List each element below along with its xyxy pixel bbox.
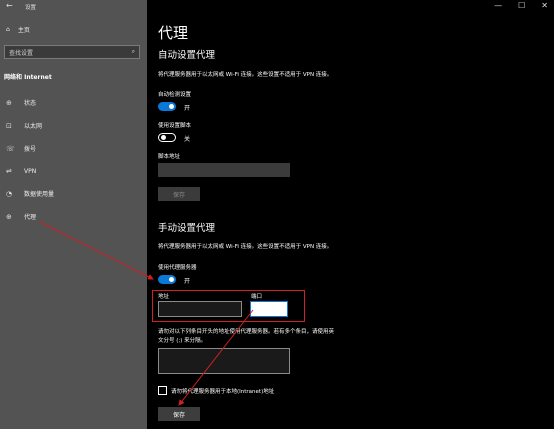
minimize-button[interactable]: — [494, 1, 502, 10]
setup-script-label: 使用设置脚本 [158, 123, 192, 129]
sidebar-item-dialup[interactable]: ☏ 拨号 [6, 144, 37, 154]
toggle-knob [169, 277, 174, 282]
home-label: 主页 [17, 27, 30, 34]
main-panel: — ☐ ✕ 代理 自动设置代理 将代理服务器用于以太网或 Wi-Fi 连接。这些… [147, 0, 554, 429]
sidebar-item-proxy[interactable]: ⊕ 代理 [6, 212, 37, 222]
close-button[interactable]: ✕ [541, 1, 548, 10]
sidebar-item-data-usage[interactable]: ◔ 数据使用量 [6, 189, 55, 199]
page-title: 代理 [158, 24, 189, 42]
sidebar-item-label: 拨号 [24, 146, 37, 153]
setup-script-state: 关 [184, 136, 191, 143]
annotation-highlight-box [152, 290, 305, 322]
globe-status-icon: ⊕ [6, 98, 12, 107]
globe-icon: ⊕ [6, 212, 12, 221]
exceptions-desc-line2: 文分号 (;) 来分隔。 [158, 338, 207, 344]
sidebar-item-vpn[interactable]: ⇌ VPN [6, 167, 36, 175]
search-input[interactable]: 查找设置 ⌕ [4, 45, 140, 59]
sidebar-item-status[interactable]: ⊕ 状态 [6, 98, 37, 108]
auto-detect-state: 开 [184, 105, 191, 112]
local-bypass-label: 请勿将代理服务器用于本地(Intranet)地址 [171, 389, 275, 395]
local-bypass-checkbox[interactable] [158, 386, 167, 395]
dialup-icon: ☏ [6, 144, 15, 153]
use-proxy-toggle[interactable] [158, 275, 176, 284]
sidebar-item-label: 状态 [24, 100, 37, 107]
window-title: 设置 [25, 5, 37, 11]
exceptions-input[interactable] [158, 348, 290, 374]
use-proxy-state: 开 [184, 278, 191, 285]
home-icon: ⌂ [6, 26, 10, 33]
vpn-icon: ⇌ [6, 167, 12, 175]
maximize-button[interactable]: ☐ [518, 1, 525, 10]
title-bar: ← 设置 [0, 0, 147, 12]
exceptions-desc-line1: 请勿对以下列条目开头的地址使用代理服务器。若有多个条目，请使用英 [158, 329, 335, 335]
search-placeholder: 查找设置 [9, 49, 34, 57]
sidebar-item-label: VPN [24, 167, 37, 175]
manual-proxy-heading: 手动设置代理 [158, 223, 216, 234]
script-address-input[interactable] [158, 163, 290, 177]
manual-proxy-desc: 将代理服务器用于以太网或 Wi-Fi 连接。这些设置不适用于 VPN 连接。 [158, 244, 333, 250]
window-controls: — ☐ ✕ [494, 1, 548, 10]
sidebar-item-home[interactable]: ⌂ 主页 [6, 25, 30, 34]
script-address-label: 脚本地址 [158, 154, 181, 160]
setup-script-toggle[interactable] [158, 133, 176, 142]
use-proxy-label: 使用代理服务器 [158, 265, 197, 271]
back-arrow-icon[interactable]: ← [6, 1, 13, 10]
toggle-knob [161, 135, 166, 140]
auto-proxy-desc: 将代理服务器用于以太网或 Wi-Fi 连接。这些设置不适用于 VPN 连接。 [158, 72, 333, 78]
data-usage-icon: ◔ [6, 189, 13, 198]
auto-proxy-heading: 自动设置代理 [158, 50, 216, 61]
sidebar-item-ethernet[interactable]: ⊡ 以太网 [6, 121, 43, 131]
auto-detect-toggle[interactable] [158, 102, 176, 111]
auto-detect-label: 自动检测设置 [158, 92, 192, 98]
sidebar-item-label: 代理 [24, 214, 37, 221]
ethernet-icon: ⊡ [6, 121, 12, 130]
auto-save-button[interactable]: 保存 [158, 187, 200, 201]
toggle-knob [169, 104, 174, 109]
manual-save-button[interactable]: 保存 [158, 407, 200, 421]
sidebar: ← 设置 ⌂ 主页 查找设置 ⌕ 网络和 Internet ⊕ 状态 ⊡ 以太网… [0, 0, 147, 429]
sidebar-item-label: 以太网 [24, 123, 43, 130]
sidebar-section-title: 网络和 Internet [4, 74, 52, 81]
search-icon: ⌕ [131, 48, 135, 55]
sidebar-item-label: 数据使用量 [24, 191, 55, 198]
